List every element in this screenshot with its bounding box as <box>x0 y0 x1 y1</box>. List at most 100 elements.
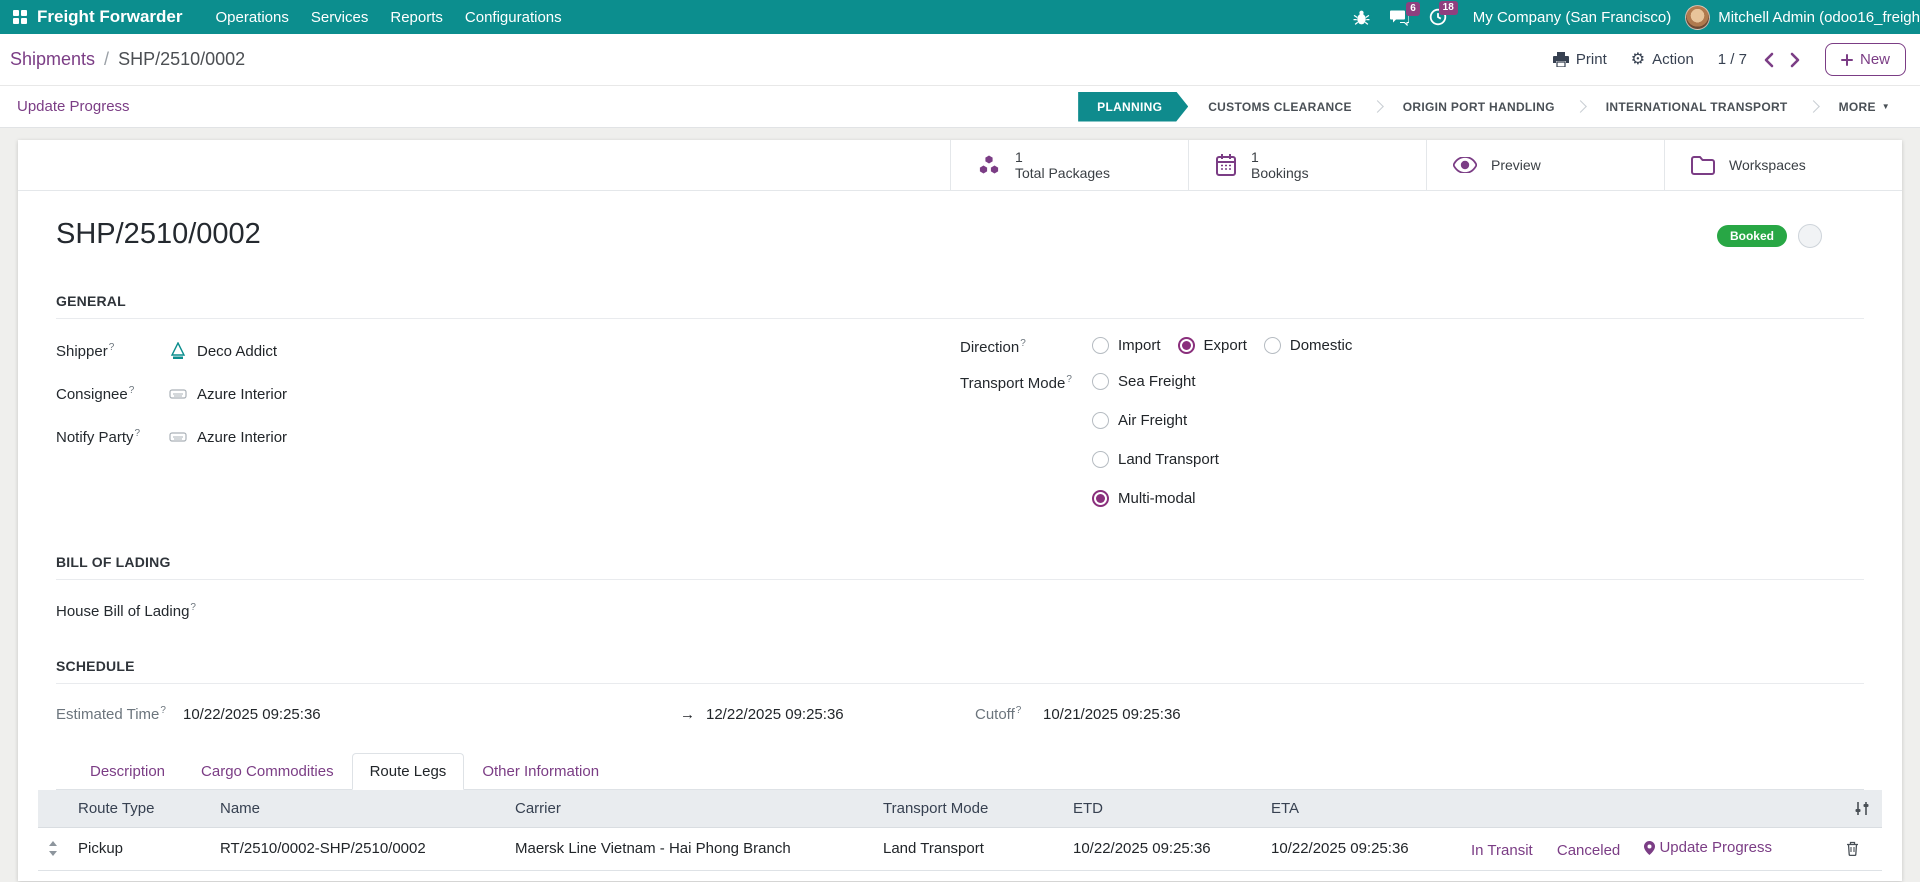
estimated-time-label: Estimated Time? <box>56 705 166 723</box>
estimated-start-datetime[interactable]: 10/22/2025 09:25:36 <box>183 706 680 723</box>
form-view: 1 Total Packages 1 Bookings Preview Worksp… <box>0 128 1920 881</box>
company-switcher[interactable]: My Company (San Francisco) <box>1473 9 1671 26</box>
update-progress-link[interactable]: Update Progress <box>1644 839 1772 856</box>
section-schedule-heading: SCHEDULE <box>56 658 1864 684</box>
menu-reports[interactable]: Reports <box>379 0 454 34</box>
app-name[interactable]: Freight Forwarder <box>37 7 182 27</box>
column-route-type[interactable]: Route Type <box>68 790 210 828</box>
pager-previous-button[interactable] <box>1763 52 1774 68</box>
drag-handle[interactable] <box>48 841 58 857</box>
bookings-button[interactable]: 1 Bookings <box>1188 140 1426 190</box>
notify-party-label: Notify Party? <box>56 428 141 446</box>
update-progress-button[interactable]: Update Progress <box>17 98 130 115</box>
table-header-row: Route Type Name Carrier Transport Mode E… <box>38 790 1882 828</box>
total-packages-button[interactable]: 1 Total Packages <box>950 140 1188 190</box>
sliders-icon <box>1855 802 1869 815</box>
column-name[interactable]: Name <box>210 790 505 828</box>
bookings-count: 1 <box>1251 149 1259 165</box>
radio-circle-icon <box>1092 490 1109 507</box>
messages-icon[interactable]: 6 <box>1389 1 1420 26</box>
help-tooltip-marker: ? <box>160 705 166 716</box>
user-avatar <box>1685 4 1711 30</box>
radio-air-freight[interactable]: Air Freight <box>1092 412 1219 429</box>
azure-interior-logo <box>168 384 188 404</box>
apps-menu-icon[interactable] <box>13 10 27 24</box>
packages-icon <box>977 153 1001 177</box>
stage-separator-icon <box>1573 100 1587 113</box>
stage-international-transport[interactable]: INTERNATIONAL TRANSPORT <box>1586 92 1808 122</box>
column-eta[interactable]: ETA <box>1261 790 1461 828</box>
total-packages-label: Total Packages <box>1015 165 1110 181</box>
field-shipper: Shipper? Deco Addict <box>56 337 960 365</box>
trash-icon <box>1847 842 1858 857</box>
column-etd[interactable]: ETD <box>1063 790 1261 828</box>
control-panel: Shipments / SHP/2510/0002 Print ⚙ Action… <box>0 34 1920 86</box>
cell-name[interactable]: RT/2510/0002-SHP/2510/0002 <box>210 827 505 871</box>
radio-sea-freight[interactable]: Sea Freight <box>1092 373 1219 390</box>
date-range-arrow-icon: → <box>680 705 695 723</box>
preview-button[interactable]: Preview <box>1426 140 1664 190</box>
cell-carrier[interactable]: Maersk Line Vietnam - Hai Phong Branch <box>505 827 873 871</box>
consignee-value[interactable]: Azure Interior <box>168 384 287 404</box>
calendar-icon <box>1215 153 1237 177</box>
radio-circle-icon <box>1092 451 1109 468</box>
user-menu[interactable]: Mitchell Admin (odoo16_freigh <box>1685 4 1920 30</box>
house-bill-of-lading-label: House Bill of Lading? <box>56 602 196 620</box>
tab-other-information[interactable]: Other Information <box>464 753 617 790</box>
stage-origin-port-handling[interactable]: ORIGIN PORT HANDLING <box>1383 92 1575 122</box>
menu-services[interactable]: Services <box>300 0 380 34</box>
estimated-end-datetime[interactable]: 12/22/2025 09:25:36 <box>706 706 975 723</box>
cell-actions: In Transit Canceled Update Progress <box>1461 827 1834 871</box>
chevron-left-icon <box>1764 52 1774 67</box>
cutoff-datetime[interactable]: 10/21/2025 09:25:36 <box>1043 706 1864 723</box>
stage-planning[interactable]: PLANNING <box>1078 92 1188 122</box>
stage-separator-icon <box>1806 100 1820 113</box>
help-tooltip-marker: ? <box>134 428 141 439</box>
field-direction: Direction? Import Export Domestic <box>960 337 1864 356</box>
breadcrumb: Shipments / SHP/2510/0002 <box>10 49 245 70</box>
activities-clock-icon[interactable]: 18 <box>1429 1 1458 26</box>
total-packages-count: 1 <box>1015 149 1023 165</box>
tab-cargo-commodities[interactable]: Cargo Commodities <box>183 753 352 790</box>
optional-columns-button[interactable] <box>1852 799 1872 818</box>
radio-land-transport[interactable]: Land Transport <box>1092 451 1219 468</box>
message-count-badge: 6 <box>1406 1 1420 16</box>
house-bill-of-lading-input[interactable] <box>210 600 530 622</box>
breadcrumb-current: SHP/2510/0002 <box>118 49 246 69</box>
cell-transport-mode[interactable]: Land Transport <box>873 827 1063 871</box>
print-button[interactable]: Print <box>1552 51 1607 68</box>
column-transport-mode[interactable]: Transport Mode <box>873 790 1063 828</box>
tab-route-legs[interactable]: Route Legs <box>351 753 465 790</box>
in-transit-link[interactable]: In Transit <box>1471 842 1533 859</box>
radio-domestic[interactable]: Domestic <box>1263 337 1352 354</box>
menu-operations[interactable]: Operations <box>204 0 299 34</box>
workspaces-button[interactable]: Workspaces <box>1664 140 1902 190</box>
azure-interior-logo <box>168 427 188 447</box>
help-tooltip-marker: ? <box>1015 705 1022 716</box>
delete-row-button[interactable] <box>1844 839 1861 858</box>
pager-next-button[interactable] <box>1790 52 1801 68</box>
button-box: 1 Total Packages 1 Bookings Preview Worksp… <box>18 140 1902 191</box>
radio-import[interactable]: Import <box>1092 337 1161 354</box>
canceled-link[interactable]: Canceled <box>1557 842 1620 859</box>
breadcrumb-shipments-link[interactable]: Shipments <box>10 49 95 70</box>
new-button[interactable]: New <box>1824 43 1906 76</box>
menu-configurations[interactable]: Configurations <box>454 0 573 34</box>
cell-etd[interactable]: 10/22/2025 09:25:36 <box>1063 827 1261 871</box>
shipper-value[interactable]: Deco Addict <box>168 341 277 361</box>
debug-bug-icon[interactable] <box>1353 9 1370 26</box>
cell-eta[interactable]: 10/22/2025 09:25:36 <box>1261 827 1461 871</box>
kanban-state-circle[interactable] <box>1798 224 1822 248</box>
folder-icon <box>1691 155 1715 175</box>
tab-description[interactable]: Description <box>72 753 183 790</box>
stage-more-dropdown[interactable]: MORE ▼ <box>1819 92 1910 122</box>
breadcrumb-separator: / <box>104 49 110 69</box>
action-button[interactable]: ⚙ Action <box>1631 51 1694 68</box>
stage-customs-clearance[interactable]: CUSTOMS CLEARANCE <box>1188 92 1372 122</box>
radio-export[interactable]: Export <box>1177 337 1247 354</box>
notify-party-value[interactable]: Azure Interior <box>168 427 287 447</box>
cell-route-type[interactable]: Pickup <box>68 827 210 871</box>
column-carrier[interactable]: Carrier <box>505 790 873 828</box>
radio-multi-modal[interactable]: Multi-modal <box>1092 490 1219 507</box>
record-title[interactable]: SHP/2510/0002 <box>56 218 261 251</box>
